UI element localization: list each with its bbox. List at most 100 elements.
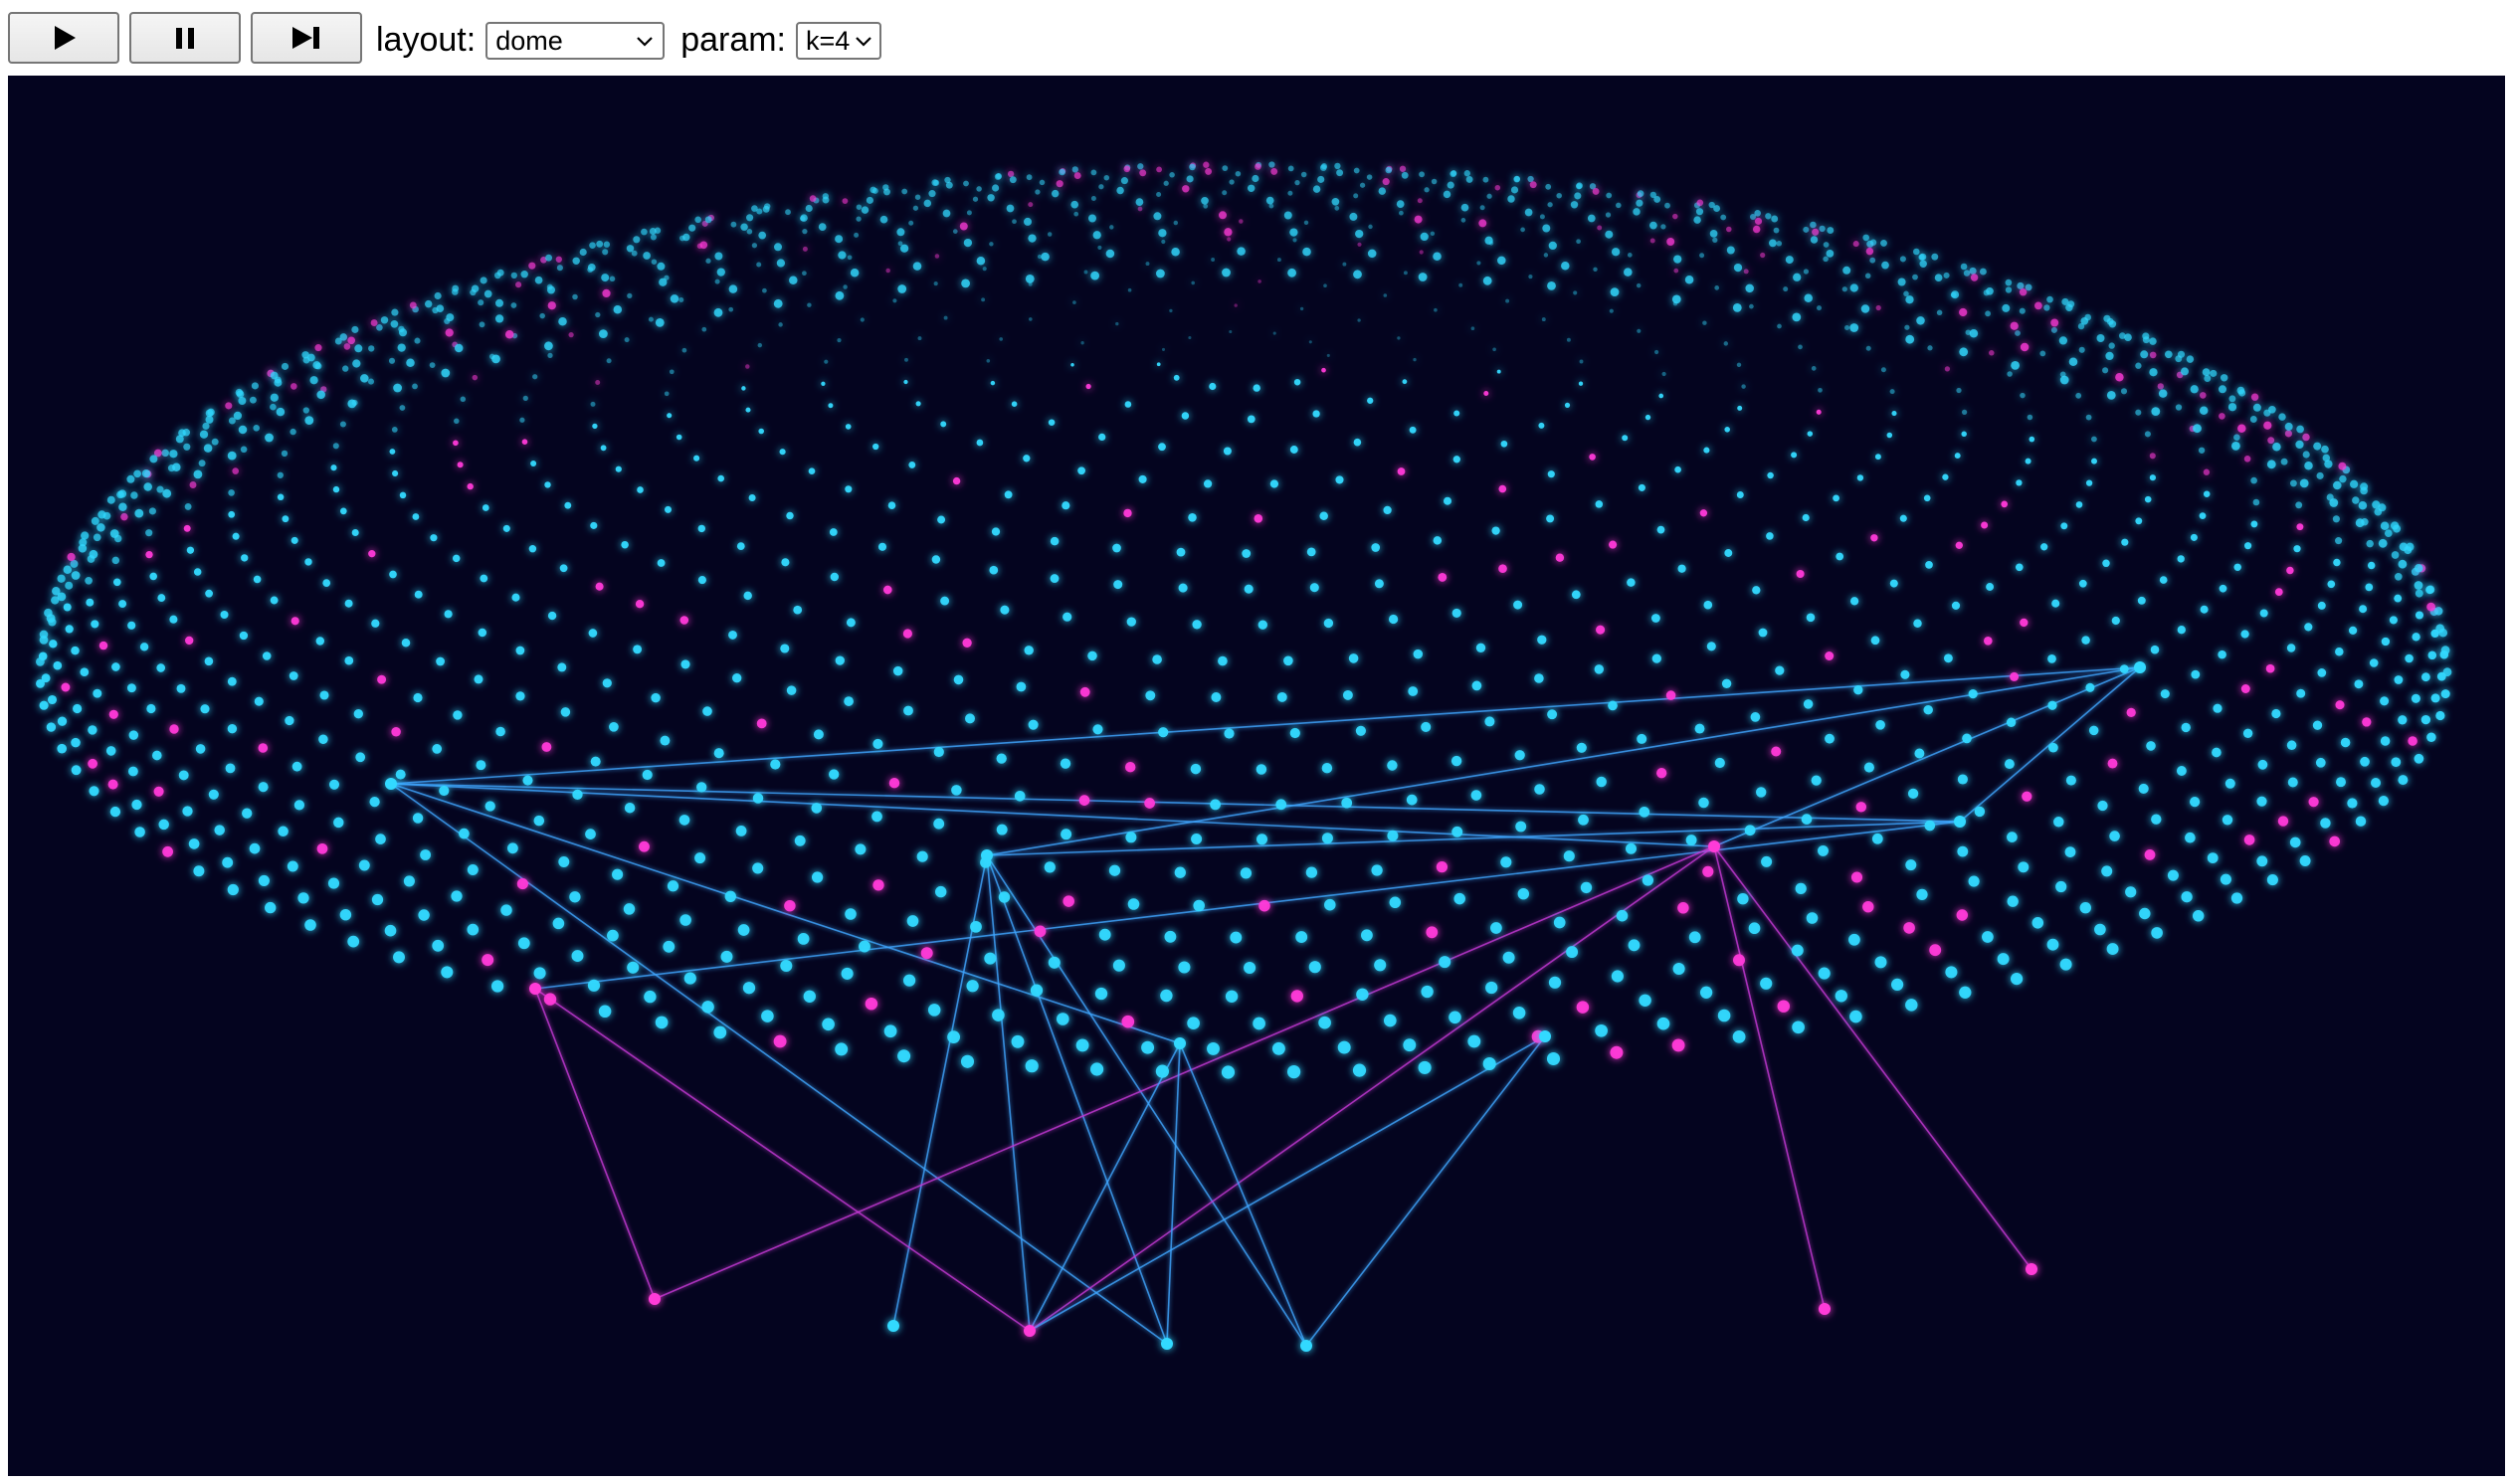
- graph-node: [1305, 866, 1318, 878]
- graph-node: [785, 209, 791, 216]
- graph-node: [1353, 270, 1362, 279]
- graph-node: [1439, 956, 1451, 969]
- graph-node: [1817, 305, 1822, 311]
- graph-node: [2312, 720, 2323, 730]
- graph-node: [239, 631, 249, 641]
- graph-node: [1923, 704, 1933, 715]
- graph-node: [1737, 405, 1743, 411]
- graph-node: [193, 469, 203, 479]
- graph-node: [1359, 182, 1366, 188]
- graph-node: [2190, 385, 2199, 394]
- graph-node: [1862, 900, 1874, 913]
- graph-node: [53, 660, 63, 670]
- graph-node: [258, 743, 269, 753]
- graph-node: [1221, 1065, 1236, 1079]
- graph-node: [270, 403, 277, 411]
- graph-node: [2321, 445, 2329, 454]
- graph-node: [2140, 350, 2149, 359]
- graph-node: [1156, 192, 1162, 197]
- graph-node: [436, 304, 445, 313]
- graph-node: [46, 614, 56, 623]
- graph-node: [818, 223, 827, 231]
- graph-node: [2327, 580, 2336, 589]
- graph-node: [751, 205, 758, 212]
- graph-node: [1610, 287, 1620, 296]
- graph-node: [39, 700, 49, 710]
- graph-node: [1818, 844, 1829, 856]
- graph-node: [693, 455, 700, 462]
- graph-node: [1748, 922, 1761, 935]
- graph-node: [2394, 675, 2404, 684]
- graph-node: [774, 243, 782, 252]
- graph-node: [1811, 366, 1817, 371]
- graph-node: [78, 544, 88, 553]
- graph-node: [2390, 521, 2400, 530]
- graph-node: [1098, 184, 1104, 190]
- graph-node: [193, 865, 205, 877]
- graph-node: [2380, 696, 2390, 706]
- graph-node: [784, 899, 796, 912]
- graph-node: [1566, 946, 1579, 959]
- graph-node: [1463, 170, 1470, 177]
- graph-node: [2371, 778, 2381, 788]
- graph-node: [1677, 902, 1689, 914]
- graph-node: [1270, 167, 1278, 175]
- play-button[interactable]: [8, 12, 119, 64]
- graph-node: [822, 1018, 835, 1031]
- graph-node: [533, 967, 546, 980]
- graph-node: [865, 997, 878, 1011]
- graph-node: [1639, 806, 1650, 818]
- visualization-canvas[interactable]: [8, 76, 2505, 1476]
- graph-node: [1182, 185, 1190, 193]
- graph-node: [651, 692, 661, 703]
- graph-node: [2324, 460, 2333, 468]
- graph-node: [1737, 893, 1749, 905]
- graph-node: [650, 234, 657, 241]
- graph-node: [1699, 986, 1713, 999]
- graph-node: [253, 424, 261, 432]
- graph-node: [2144, 431, 2151, 438]
- graph-node: [2420, 714, 2431, 725]
- graph-node: [1417, 198, 1423, 204]
- step-forward-button[interactable]: [251, 12, 362, 64]
- graph-node: [1673, 268, 1679, 274]
- graph-node: [1914, 748, 1925, 759]
- graph-node: [1174, 1037, 1186, 1049]
- graph-node: [285, 715, 294, 726]
- graph-node: [555, 256, 562, 263]
- graph-node: [595, 582, 604, 591]
- graph-node: [736, 542, 745, 550]
- graph-node: [343, 343, 351, 350]
- graph-node: [960, 1054, 975, 1068]
- graph-node: [515, 646, 525, 655]
- graph-node: [2237, 424, 2246, 433]
- graph-node: [532, 374, 538, 380]
- graph-node: [185, 636, 194, 646]
- graph-node: [1547, 709, 1558, 720]
- graph-node: [1997, 953, 2010, 966]
- graph-node: [399, 405, 406, 411]
- param-select[interactable]: k=4: [796, 22, 882, 60]
- graph-node: [1275, 799, 1287, 811]
- graph-node: [2005, 286, 2013, 293]
- graph-node: [603, 241, 611, 248]
- graph-node: [1791, 944, 1804, 957]
- graph-node: [1137, 163, 1144, 170]
- graph-node: [65, 625, 74, 634]
- graph-node: [1092, 724, 1103, 735]
- graph-node: [2164, 350, 2173, 359]
- graph-node: [93, 533, 101, 542]
- graph-node: [627, 292, 633, 299]
- graph-node: [934, 254, 940, 259]
- graph-node: [2190, 797, 2201, 808]
- graph-node: [1452, 456, 1460, 464]
- graph-node: [1671, 1038, 1685, 1052]
- graph-node: [1257, 620, 1267, 630]
- graph-node: [1098, 433, 1106, 442]
- graph-node: [1319, 511, 1328, 521]
- graph-node: [1431, 178, 1438, 185]
- layout-select[interactable]: dome: [485, 22, 666, 60]
- graph-node: [847, 255, 853, 261]
- graph-node: [1401, 171, 1409, 179]
- pause-button[interactable]: [129, 12, 241, 64]
